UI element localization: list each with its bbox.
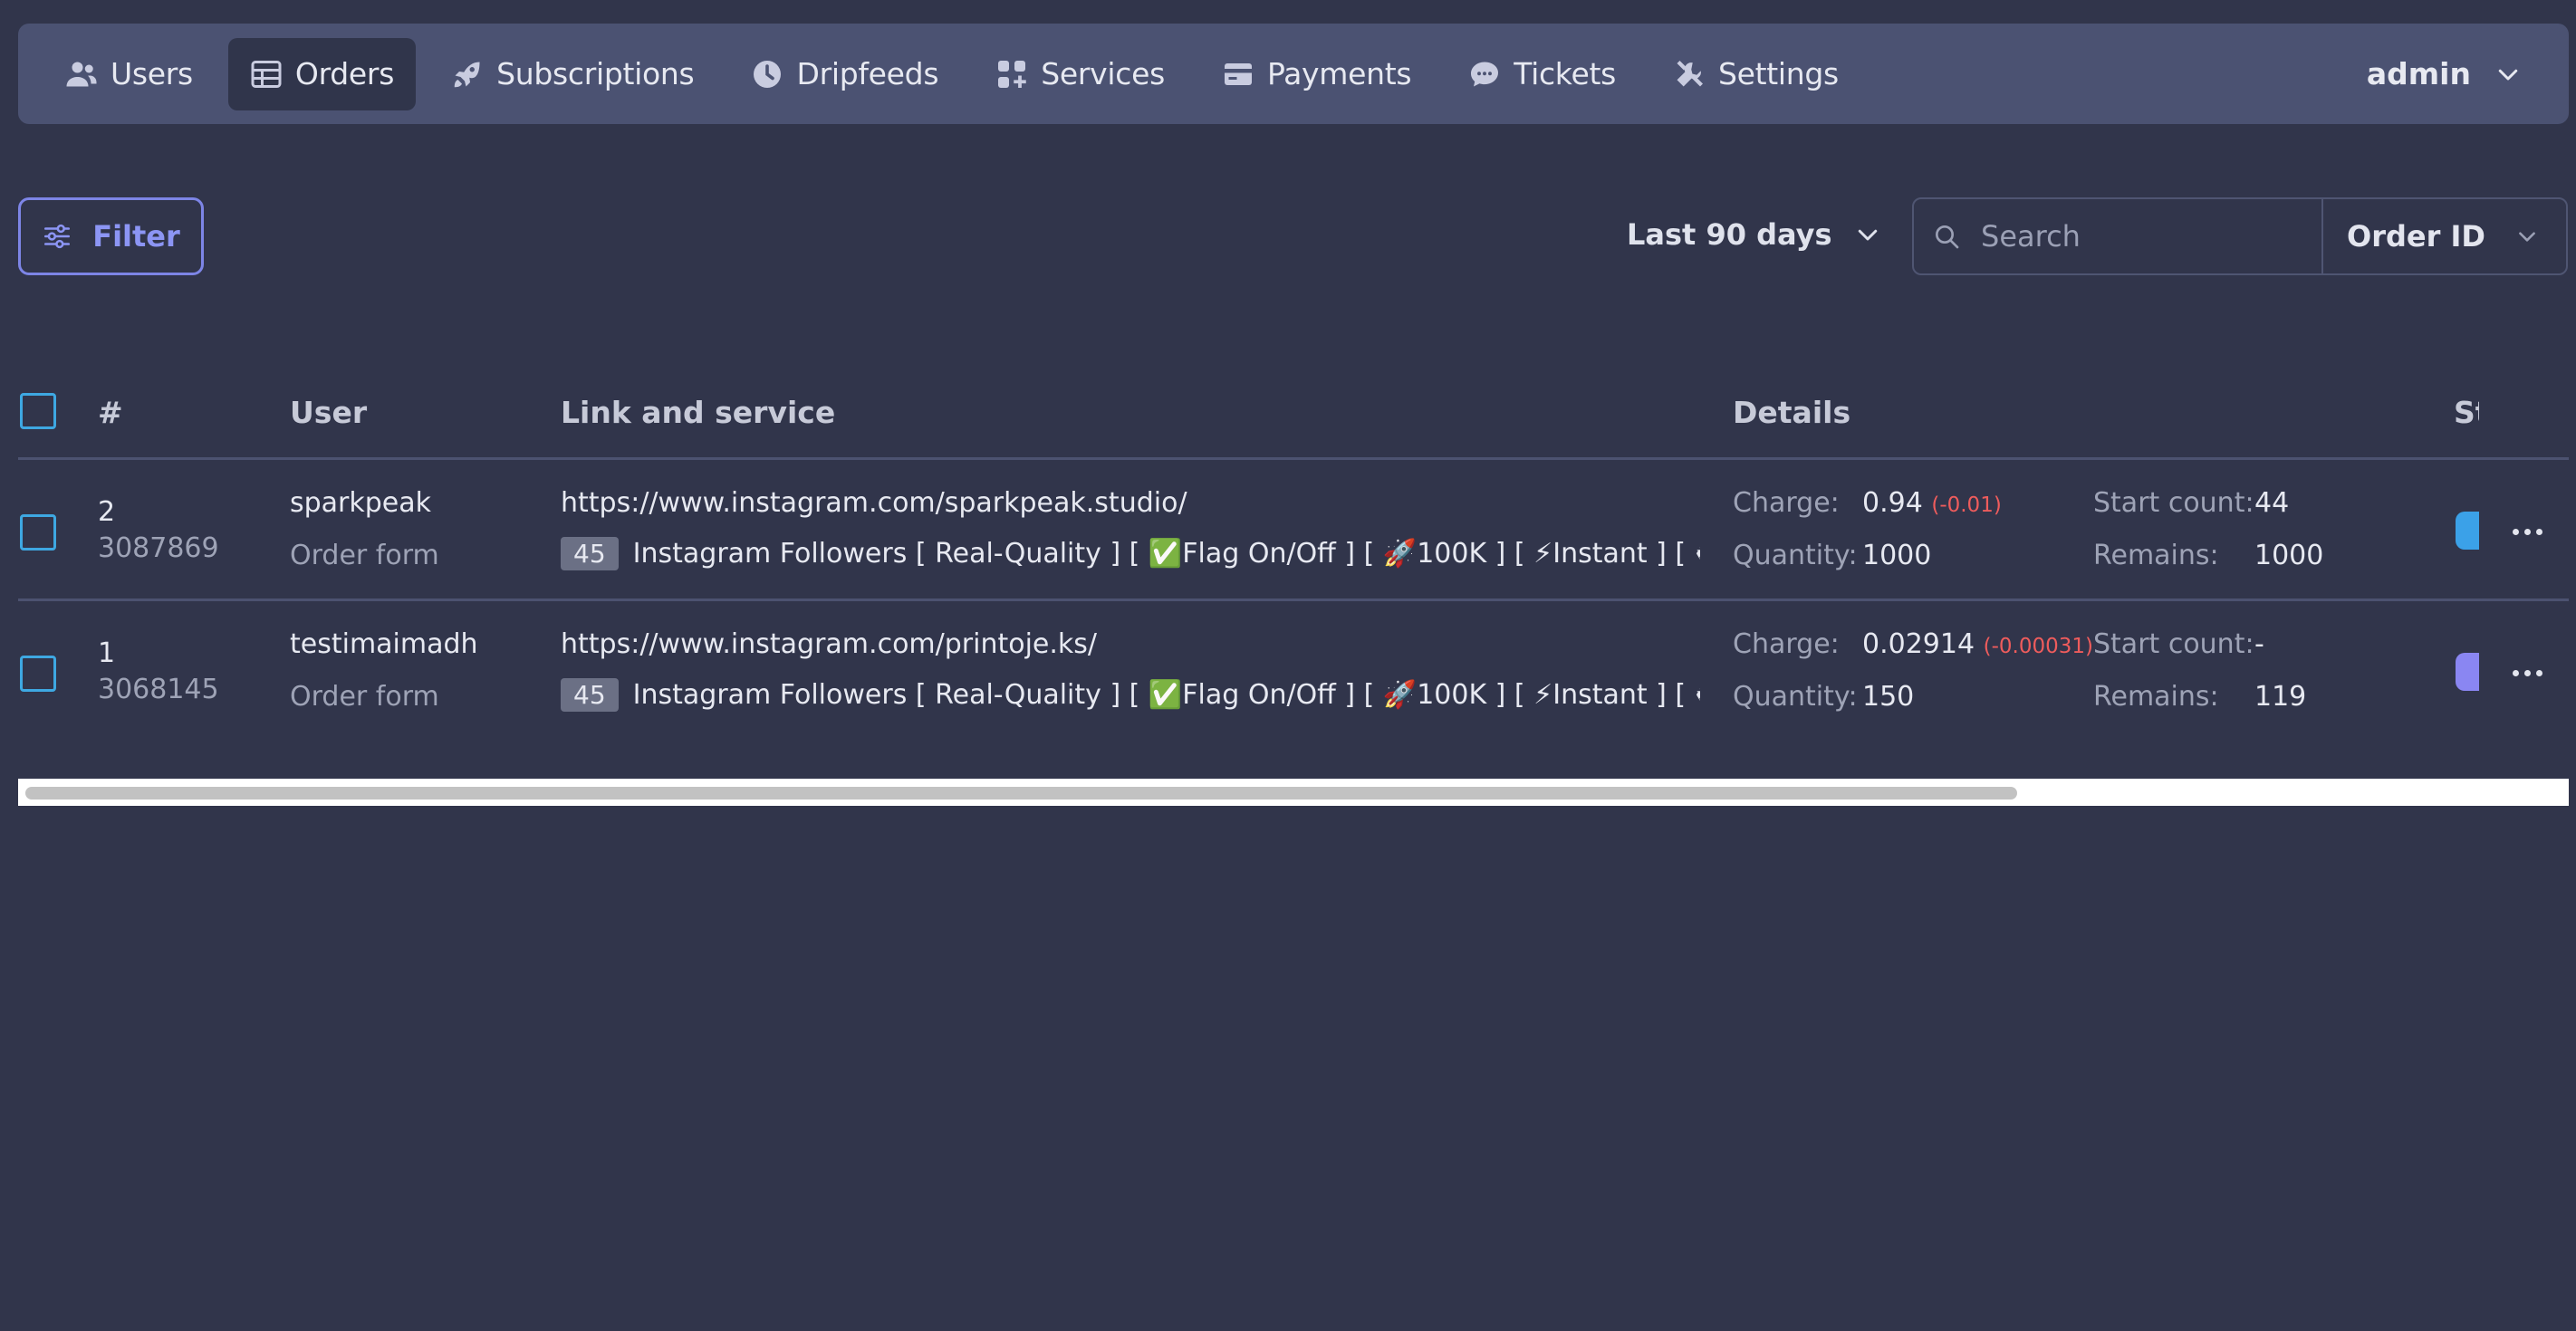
quantity-value: 1000 (1862, 540, 1932, 571)
charge-diff: (-0.01) (1931, 493, 2002, 517)
rocket-icon (451, 58, 484, 91)
top-navigation: Users Orders Subscriptions Dripfeeds Ser… (18, 24, 2569, 124)
remains-value: 119 (2254, 681, 2307, 713)
nav-settings[interactable]: Settings (1651, 38, 1860, 110)
search-field-label: Order ID (2347, 219, 2485, 254)
search-field-select[interactable]: Order ID (2323, 199, 2566, 273)
users-icon (65, 58, 98, 91)
table-header: # User Link and service Details St (18, 378, 2569, 460)
select-all-checkbox[interactable] (20, 393, 56, 429)
account-menu[interactable]: admin (2367, 24, 2522, 124)
table-row[interactable]: 2 3087869 sparkpeak Order form https://w… (18, 460, 2569, 601)
charge-label: Charge: (1733, 628, 1840, 660)
service-name-start: Instagram Followers [ (632, 538, 936, 570)
order-id: 3087869 (98, 532, 219, 564)
services-icon (995, 58, 1028, 91)
order-service: 45 Instagram Followers [ Real-Quality ] [… (561, 537, 1700, 570)
sliders-icon (44, 224, 71, 249)
row-checkbox[interactable] (20, 656, 56, 692)
more-actions-icon[interactable] (2511, 665, 2547, 683)
tools-icon (1673, 58, 1706, 91)
service-quality: Real-Quality (935, 679, 1101, 711)
start-count-label: Start count: (2093, 628, 2254, 660)
column-status[interactable]: St (2454, 395, 2479, 430)
nav-subscriptions-label: Subscriptions (496, 56, 695, 91)
table-icon (250, 58, 283, 91)
search-box (1914, 199, 2323, 273)
charge-value-group: 0.02914 (-0.00031) (1862, 628, 2093, 660)
start-count-value: - (2254, 628, 2264, 660)
account-name: admin (2366, 56, 2471, 91)
remains-value: 1000 (2254, 540, 2324, 571)
chevron-down-icon (2498, 69, 2518, 80)
chevron-down-icon (2519, 232, 2535, 242)
order-source: Order form (290, 540, 439, 571)
service-name-start: Instagram Followers [ (632, 679, 936, 711)
search-icon (1936, 225, 1959, 249)
quantity-value: 150 (1862, 681, 1915, 713)
quantity-label: Quantity: (1733, 540, 1858, 571)
chat-icon (1468, 58, 1501, 91)
column-link-service[interactable]: Link and service (561, 395, 835, 430)
nav-payments[interactable]: Payments (1200, 38, 1433, 110)
charge-value: 0.02914 (1862, 628, 1975, 660)
horizontal-scrollbar[interactable] (18, 779, 2569, 806)
more-actions-icon[interactable] (2511, 523, 2547, 541)
chevron-down-icon (1858, 229, 1877, 241)
order-service: 45 Instagram Followers [ Real-Quality ] [… (561, 678, 1700, 712)
remains-label: Remains: (2093, 681, 2219, 713)
charge-value: 0.94 (1862, 487, 1923, 519)
service-name-end: ] [ ✅Flag On/Off ] [ 🚀100K ] [ ⚡Instant … (1110, 538, 1700, 570)
status-badge (2456, 653, 2479, 691)
order-link[interactable]: https://www.instagram.com/printoje.ks/ (561, 628, 1097, 660)
start-count-label: Start count: (2093, 487, 2254, 519)
nav-settings-label: Settings (1717, 56, 1839, 91)
service-quality: Real-Quality (935, 538, 1101, 570)
date-range-label: Last 90 days (1627, 217, 1832, 252)
nav-subscriptions[interactable]: Subscriptions (429, 38, 716, 110)
order-link[interactable]: https://www.instagram.com/sparkpeak.stud… (561, 487, 1187, 519)
service-id-badge: 45 (561, 537, 619, 570)
card-icon (1222, 58, 1254, 91)
remains-label: Remains: (2093, 540, 2219, 571)
nav-payments-label: Payments (1266, 56, 1412, 91)
quantity-label: Quantity: (1733, 681, 1858, 713)
table-row[interactable]: 1 3068145 testimaimadh Order form https:… (18, 601, 2569, 742)
nav-services[interactable]: Services (974, 38, 1187, 110)
order-user[interactable]: testimaimadh (290, 628, 478, 660)
nav-tickets[interactable]: Tickets (1447, 38, 1638, 110)
column-details[interactable]: Details (1733, 395, 1850, 430)
order-number: 1 (98, 637, 116, 669)
search-input[interactable] (1981, 219, 2307, 254)
nav-dripfeeds-label: Dripfeeds (796, 56, 939, 91)
charge-value-group: 0.94 (-0.01) (1862, 487, 2002, 519)
nav-services-label: Services (1041, 56, 1165, 91)
column-user[interactable]: User (290, 395, 367, 430)
nav-users[interactable]: Users (43, 38, 215, 110)
charge-label: Charge: (1733, 487, 1840, 519)
nav-dripfeeds[interactable]: Dripfeeds (729, 38, 960, 110)
start-count-value: 44 (2254, 487, 2290, 519)
nav-orders-label: Orders (294, 56, 395, 91)
nav-users-label: Users (111, 56, 193, 91)
filter-button[interactable]: Filter (18, 197, 204, 275)
filter-label: Filter (92, 219, 180, 254)
date-range-dropdown[interactable]: Last 90 days (1627, 205, 1881, 264)
service-id-badge: 45 (561, 678, 619, 712)
nav-tickets-label: Tickets (1514, 56, 1616, 91)
scrollbar-thumb[interactable] (25, 787, 2017, 800)
order-id: 3068145 (98, 674, 219, 705)
charge-diff: (-0.00031) (1983, 635, 2093, 658)
row-checkbox[interactable] (20, 514, 56, 551)
service-name-end: ] [ ✅Flag On/Off ] [ 🚀100K ] [ ⚡Instant … (1110, 679, 1700, 711)
nav-orders[interactable]: Orders (227, 37, 417, 110)
order-number: 2 (98, 496, 116, 528)
order-source: Order form (290, 681, 439, 713)
order-user[interactable]: sparkpeak (290, 487, 431, 519)
column-id[interactable]: # (98, 395, 123, 430)
search-group: Order ID (1912, 197, 2568, 275)
clock-icon (751, 58, 783, 91)
status-badge (2456, 512, 2479, 550)
